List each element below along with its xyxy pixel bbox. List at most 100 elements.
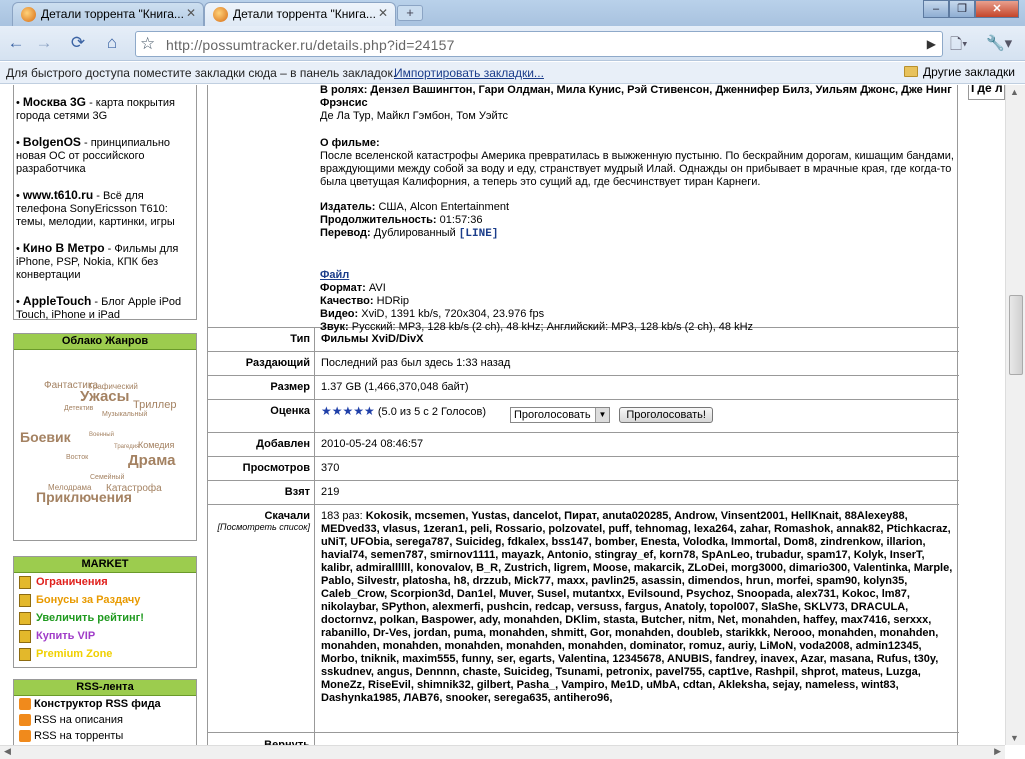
- about-label: О фильме:: [320, 137, 380, 149]
- news-title[interactable]: www.t610.ru: [23, 188, 93, 202]
- bookmark-star-icon[interactable]: ☆: [140, 34, 155, 54]
- news-item[interactable]: • BolgenOS - принципиально новая ОС от р…: [16, 136, 192, 176]
- file-link[interactable]: Файл: [320, 269, 349, 281]
- scroll-left-icon[interactable]: ◀: [4, 746, 11, 757]
- vote-select[interactable]: Проголосовать ▼: [510, 407, 610, 423]
- rss-item[interactable]: Конструктор RSS фида: [14, 696, 196, 712]
- news-item[interactable]: • Кино В Метро - Фильмы для iPhone, PSP,…: [16, 242, 192, 282]
- url-text[interactable]: http://possumtracker.ru/details.php?id=2…: [166, 37, 455, 53]
- translation-value: Дублированный: [373, 227, 456, 239]
- navigation-toolbar: ← → ⟳ ⌂ ☆ http://possumtracker.ru/detail…: [0, 26, 1025, 61]
- tab-title: Детали торрента "Книга...: [233, 7, 376, 21]
- address-bar[interactable]: ☆ http://possumtracker.ru/details.php?id…: [135, 31, 943, 57]
- other-bookmarks-button[interactable]: Другие закладки: [904, 65, 1015, 79]
- news-item[interactable]: • AppleTouch - Блог Apple iPod Touch, iP…: [16, 295, 192, 322]
- chevron-down-icon[interactable]: ▼: [595, 408, 609, 422]
- new-tab-button[interactable]: +: [397, 5, 423, 21]
- market-item[interactable]: Бонусы за Раздачу: [14, 591, 196, 609]
- genre-tag[interactable]: Боевик: [20, 429, 71, 445]
- publisher-label: Издатель:: [320, 201, 376, 213]
- vote-button[interactable]: Проголосовать!: [619, 407, 713, 423]
- scrollbar-thumb[interactable]: [1009, 295, 1023, 375]
- minimize-icon[interactable]: ‒: [923, 0, 949, 18]
- genre-tag[interactable]: Ужасы: [80, 388, 129, 405]
- market-item[interactable]: Premium Zone: [14, 645, 196, 663]
- tab-close-icon[interactable]: ✕: [378, 6, 388, 20]
- news-item[interactable]: • www.t610.ru - Всё для телефона SonyEri…: [16, 189, 192, 229]
- size-value: 1.37 GB (1,466,370,048 байт): [321, 381, 469, 393]
- genre-cloud-block: Облако Жанров Фантастика Графический Ужа…: [13, 333, 197, 541]
- rating-text: (5.0 из 5 с 2 Голосов): [377, 406, 487, 418]
- market-item[interactable]: Увеличить рейтинг!: [14, 609, 196, 627]
- import-bookmarks-link[interactable]: Импортировать закладки...: [394, 66, 544, 80]
- market-item[interactable]: Купить VIP: [14, 627, 196, 645]
- news-title[interactable]: BolgenOS: [23, 135, 81, 149]
- size-row: Размер 1.37 GB (1,466,370,048 байт): [208, 376, 959, 400]
- added-value: 2010-05-24 08:46:57: [321, 438, 424, 450]
- home-icon[interactable]: ⌂: [100, 32, 124, 56]
- horizontal-scrollbar[interactable]: ◀ ▶: [0, 745, 1005, 759]
- video-label: Видео:: [320, 308, 359, 320]
- market-item-label[interactable]: Купить VIP: [36, 630, 95, 642]
- leechers-names[interactable]: Kokosik, mcsemen, Yustas, dancelot, Пира…: [321, 510, 952, 704]
- genre-tag[interactable]: Драма: [128, 452, 175, 469]
- reload-icon[interactable]: ⟳: [66, 32, 90, 56]
- genre-tag[interactable]: Комедия: [138, 440, 174, 450]
- rss-item-label[interactable]: RSS на торренты: [34, 730, 123, 742]
- view-list-link[interactable]: [Посмотреть список]: [208, 522, 310, 532]
- torrent-details-table: В ролях: Дензел Вашингтон, Гари Олдман, …: [207, 85, 959, 745]
- market-item-label[interactable]: Увеличить рейтинг!: [36, 612, 144, 624]
- leechers-label-cell: Скачали [Посмотреть список]: [208, 505, 315, 732]
- scroll-up-icon[interactable]: ▲: [1010, 87, 1019, 97]
- views-value: 370: [321, 462, 340, 474]
- duration-label: Продолжительность:: [320, 214, 437, 226]
- market-item[interactable]: Ограничения: [14, 573, 196, 591]
- vote-select-value: Проголосовать: [514, 409, 591, 421]
- news-title[interactable]: AppleTouch: [23, 294, 91, 308]
- rss-item[interactable]: RSS на описания: [14, 712, 196, 728]
- news-title[interactable]: Кино В Метро: [23, 241, 105, 255]
- go-arrow-icon[interactable]: ▶: [927, 37, 936, 51]
- genre-tag[interactable]: Триллер: [133, 399, 176, 411]
- tab-title: Детали торрента "Книга...: [41, 7, 184, 21]
- tab-close-icon[interactable]: ✕: [186, 6, 196, 20]
- genre-tag[interactable]: Трагедия: [114, 444, 139, 450]
- leechers-list: 183 раз: Kokosik, mcsemen, Yustas, dance…: [321, 510, 954, 705]
- vote-controls: Проголосовать ▼ Проголосовать!: [510, 407, 713, 423]
- wrench-icon[interactable]: 🔧▾: [986, 34, 1012, 52]
- news-title[interactable]: Москва 3G: [23, 95, 86, 109]
- market-item-label[interactable]: Бонусы за Раздачу: [36, 594, 140, 606]
- scroll-right-icon[interactable]: ▶: [994, 746, 1001, 757]
- market-item-label[interactable]: Premium Zone: [36, 648, 112, 660]
- rss-item-label[interactable]: RSS на описания: [34, 714, 123, 726]
- maximize-icon[interactable]: ❐: [949, 0, 975, 18]
- rss-item-label[interactable]: Конструктор RSS фида: [34, 698, 161, 710]
- taken-row: Взят 219: [208, 481, 959, 505]
- tab-1[interactable]: Детали торрента "Книга... ✕: [12, 2, 204, 26]
- genre-tag[interactable]: Детектив: [64, 405, 93, 412]
- genre-tag[interactable]: Приключения: [36, 489, 132, 505]
- genre-tag[interactable]: Семейный: [90, 474, 124, 481]
- other-bookmarks-label: Другие закладки: [923, 65, 1015, 79]
- genre-cloud-title: Облако Жанров: [14, 334, 196, 350]
- sidebar-news-block: • Москва 3G - карта покрытия города сетя…: [13, 85, 197, 322]
- close-window-icon[interactable]: ✕: [975, 0, 1019, 18]
- forward-arrow-icon[interactable]: →: [32, 32, 56, 56]
- scroll-down-icon[interactable]: ▼: [1010, 733, 1019, 743]
- vertical-scrollbar[interactable]: ▲ ▼: [1005, 85, 1025, 745]
- rss-item[interactable]: RSS на торренты: [14, 728, 196, 744]
- tab-favicon-icon: [21, 7, 36, 22]
- page-menu-icon[interactable]: 🗋▾: [950, 34, 968, 59]
- news-item[interactable]: • Москва 3G - карта покрытия города сетя…: [16, 96, 192, 123]
- tab-favicon-icon: [213, 7, 228, 22]
- size-label: Размер: [208, 376, 315, 399]
- seeder-row: Раздающий Последний раз был здесь 1:33 н…: [208, 352, 959, 376]
- market-item-label[interactable]: Ограничения: [36, 576, 108, 588]
- genre-tag[interactable]: Военный: [89, 432, 114, 438]
- genre-tag[interactable]: Восток: [66, 454, 88, 461]
- genre-tag[interactable]: Музыкальный: [102, 411, 147, 418]
- folder-icon: [904, 66, 919, 77]
- back-arrow-icon[interactable]: ←: [4, 32, 28, 56]
- format-value: AVI: [368, 282, 386, 294]
- tab-2[interactable]: Детали торрента "Книга... ✕: [204, 2, 396, 26]
